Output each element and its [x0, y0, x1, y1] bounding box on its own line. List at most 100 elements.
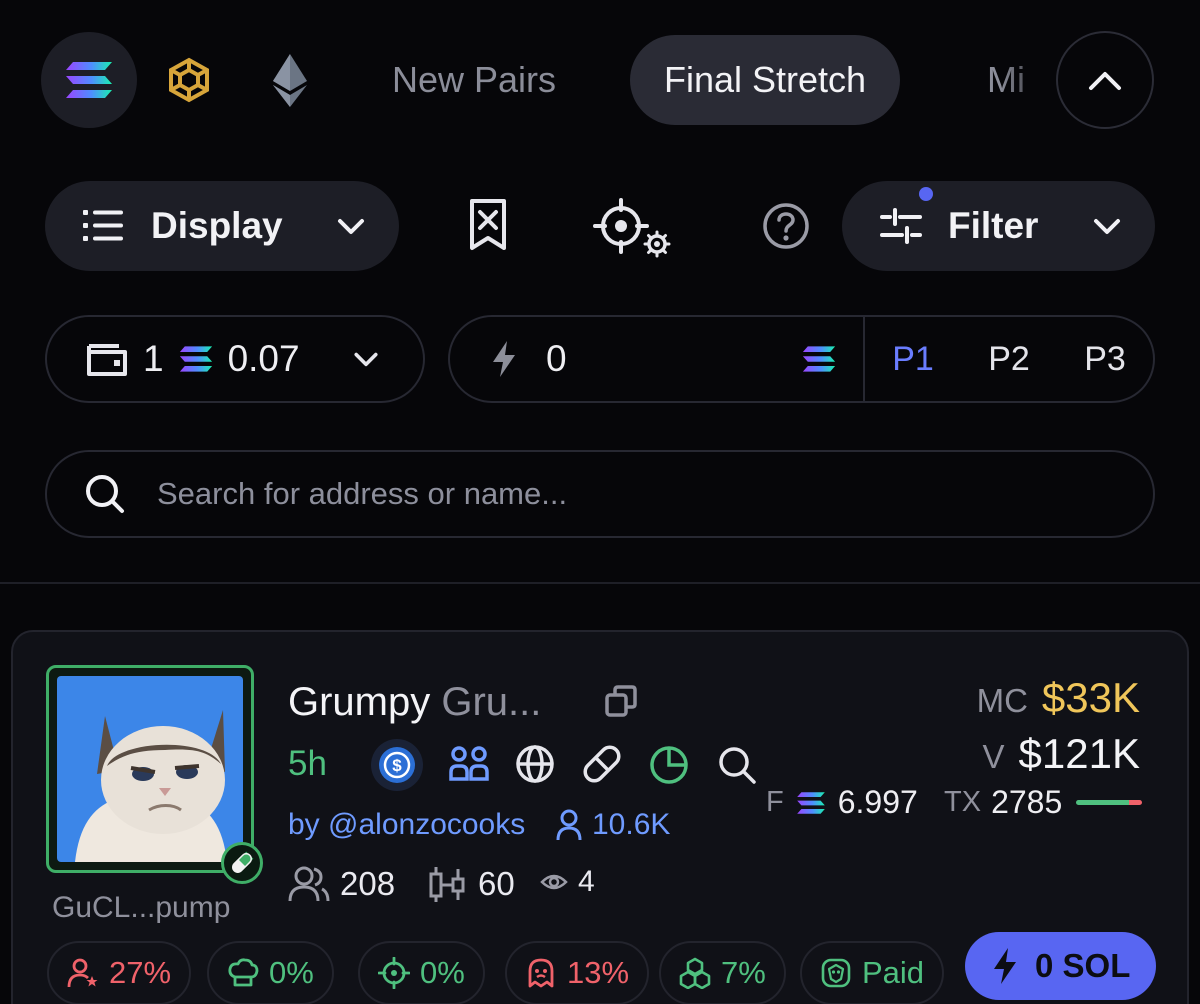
snipers-value: 0% [420, 955, 465, 990]
quick-buy-amount-field[interactable]: 0 [450, 317, 865, 401]
wallet-amount: 0.07 [227, 338, 300, 379]
user-icon [556, 809, 582, 841]
chevron-down-icon [337, 217, 365, 235]
pill-icon [229, 850, 255, 876]
candles-stat: 60 [428, 865, 515, 903]
fees-stat: F 6.997 [766, 784, 918, 821]
watchers-count: 4 [578, 865, 595, 898]
bundle-icon [679, 957, 711, 989]
volume-value: $121K [1018, 730, 1140, 777]
top-holders-icon [67, 957, 99, 989]
chevron-down-icon [353, 351, 379, 367]
preset-p3[interactable]: P3 [1057, 340, 1153, 379]
mc-label: MC [976, 682, 1028, 719]
help-button[interactable] [760, 200, 812, 252]
tx-label: TX [944, 786, 982, 818]
globe-icon [515, 744, 555, 784]
fees-value: 6.997 [837, 784, 918, 820]
creator-link[interactable]: by @alonzocooks [288, 808, 525, 842]
lightning-icon [490, 339, 518, 379]
snipe-settings-button[interactable] [592, 195, 676, 261]
display-label: Display [151, 205, 283, 246]
quick-buy-label: 0 SOL [1035, 947, 1131, 984]
blacklist-button[interactable] [460, 195, 516, 255]
grumpy-cat-image [57, 676, 243, 862]
insiders-chip: 13% [505, 941, 650, 1004]
list-icon [83, 208, 123, 244]
chevron-down-icon [1093, 217, 1121, 235]
followers-count: 10.6K [592, 808, 671, 841]
eye-icon [540, 871, 568, 893]
preset-p1[interactable]: P1 [865, 340, 961, 379]
holders-icon [288, 865, 330, 903]
f-label: F [766, 786, 784, 818]
token-ticker: Gru... [441, 680, 542, 724]
search-bar [45, 450, 1155, 538]
dev-holding-chip: 0% [207, 941, 334, 1004]
tab-new-pairs[interactable]: New Pairs [392, 35, 556, 125]
chain-ethereum[interactable] [242, 32, 338, 128]
solana-icon [64, 60, 114, 100]
dev-holding-value: 0% [269, 955, 314, 990]
pie-chart-icon [648, 744, 690, 786]
v-label: V [982, 738, 1005, 775]
display-button[interactable]: Display [45, 181, 399, 271]
tab-final-stretch[interactable]: Final Stretch [630, 35, 901, 125]
link-button[interactable] [580, 742, 624, 786]
solana-icon [796, 791, 826, 815]
distribution-button[interactable] [648, 744, 690, 786]
filter-active-dot [919, 187, 933, 201]
solana-icon [178, 345, 214, 373]
token-avatar[interactable] [46, 665, 254, 873]
dex-paid-value: Paid [862, 955, 925, 990]
copy-button[interactable] [604, 684, 638, 718]
community-icon [449, 745, 489, 783]
holders-stat: 208 [288, 865, 395, 903]
section-divider [0, 582, 1200, 584]
chain-solana[interactable] [41, 32, 137, 128]
link-icon [580, 742, 624, 786]
sliders-icon [880, 206, 922, 246]
dex-paid-chip: Paid [800, 941, 945, 1004]
bookmark-x-icon [467, 198, 509, 252]
holders-count: 208 [340, 865, 396, 902]
creator-followers: 10.6K [556, 808, 670, 842]
search-icon [716, 744, 758, 786]
token-address[interactable]: GuCL...pump [52, 891, 230, 925]
ghost-icon [525, 957, 557, 989]
help-icon [762, 202, 810, 250]
website-button[interactable] [515, 744, 555, 784]
mc-value: $33K [1041, 674, 1140, 721]
search-token-button[interactable] [716, 744, 758, 786]
collapse-button[interactable] [1056, 31, 1154, 129]
search-input[interactable] [157, 476, 1057, 512]
token-name-row: Grumpy Gru... [288, 680, 541, 725]
quick-buy-button[interactable]: 0 SOL [965, 932, 1157, 1000]
preset-p2[interactable]: P2 [961, 340, 1057, 379]
tab-fade [1000, 30, 1060, 130]
usdc-icon: $ [378, 746, 416, 784]
candlestick-icon [428, 865, 468, 903]
bnb-icon [165, 56, 213, 104]
community-button[interactable] [449, 745, 489, 783]
ethereum-icon [271, 52, 309, 108]
quick-buy-group: 0 P1 P2 P3 [448, 315, 1155, 403]
wallet-icon [85, 340, 129, 378]
market-cap: MC $33K [977, 674, 1140, 722]
usdc-pair-badge: $ [371, 739, 423, 791]
sell-ratio-fill [1129, 800, 1143, 805]
insiders-value: 13% [567, 955, 630, 990]
chevron-up-icon [1088, 69, 1122, 91]
filter-button[interactable]: Filter [842, 181, 1155, 271]
chain-bnb[interactable] [141, 32, 237, 128]
wallet-selector[interactable]: 1 0.07 [45, 315, 425, 403]
crosshair-gear-icon [593, 196, 675, 260]
top-holders-chip: 27% [47, 941, 192, 1004]
quick-buy-value: 0 [546, 338, 567, 379]
wallet-count: 1 [143, 338, 164, 379]
token-age: 5h [288, 744, 327, 783]
copy-icon [604, 684, 638, 718]
watchers-stat: 4 [540, 865, 595, 899]
solana-icon [801, 345, 837, 373]
svg-text:$: $ [392, 756, 402, 775]
